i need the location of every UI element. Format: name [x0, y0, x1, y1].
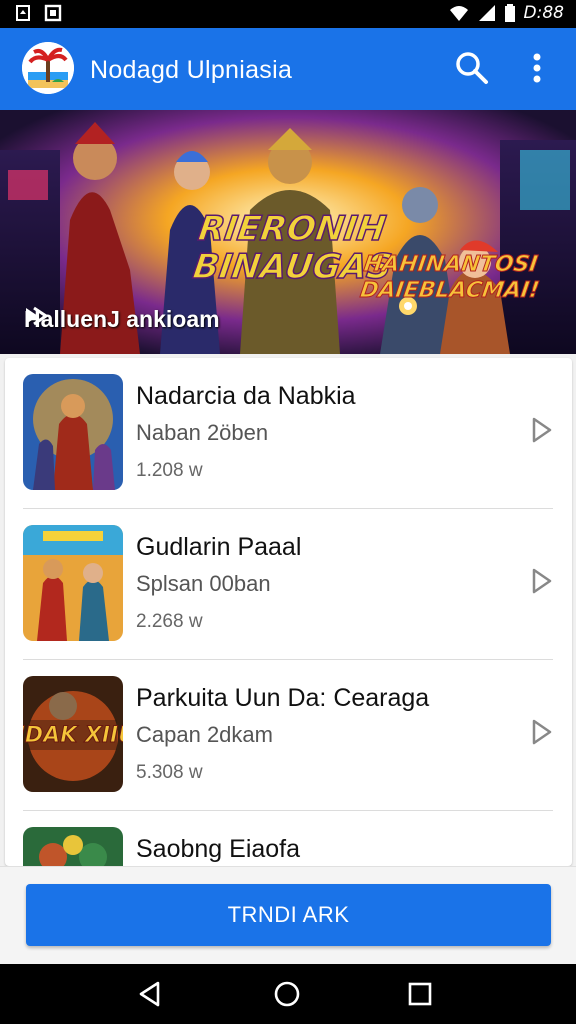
game-thumbnail: [23, 827, 123, 866]
item-count: 2.268 w: [136, 611, 203, 632]
item-subtitle: Splsan 00ban: [136, 571, 271, 596]
clock: D:88: [523, 3, 564, 23]
game-thumbnail: [23, 525, 123, 641]
game-thumbnail: [23, 374, 123, 490]
search-icon[interactable]: [454, 50, 490, 86]
bottom-action-area: TRNDI ARK: [0, 866, 576, 964]
chevron-right-icon[interactable]: [531, 416, 553, 444]
featured-banner[interactable]: RIERONIH BINAUGAS HAHINANTOSI DAIEBLACMA…: [0, 110, 576, 354]
signal-icon: [478, 5, 495, 21]
banner-headline: RIERONIH BINAUGAS: [190, 208, 395, 288]
item-subtitle: Capan 2dkam: [136, 722, 273, 747]
app-title: Nodagd Ulpniasia: [90, 56, 293, 84]
game-list: Nadarcia da Nabkia Naban 2öben 1.208 w G…: [5, 358, 572, 866]
item-count: 5.308 w: [136, 762, 203, 783]
battery-icon: [504, 4, 515, 22]
item-name: Nadarcia da Nabkia: [136, 382, 356, 410]
thumbnail-title: AIIDAK XIIUN: [23, 723, 123, 748]
notification-icon: [16, 5, 30, 21]
status-bar: D:88: [0, 0, 576, 28]
system-nav-bar: [0, 964, 576, 1024]
primary-action-button[interactable]: TRNDI ARK: [26, 884, 551, 946]
app-bar: Nodagd Ulpniasia: [0, 28, 576, 110]
list-item[interactable]: Nadarcia da Nabkia Naban 2öben 1.208 w: [5, 358, 572, 508]
chevron-right-icon[interactable]: [531, 567, 553, 595]
list-item[interactable]: AIIDAK XIIUN Parkuita Uun Da: Cearaga Ca…: [5, 660, 572, 810]
item-name: Saobng Eiaofa: [136, 835, 301, 863]
back-triangle-icon[interactable]: [136, 980, 164, 1008]
item-subtitle: Naban 2öben: [136, 420, 269, 445]
list-item[interactable]: Saobng Eiaofa: [5, 811, 572, 866]
banner-caption-text: HalluenJ ankioam: [24, 306, 220, 332]
list-item[interactable]: Gudlarin Paaal Splsan 00ban 2.268 w: [5, 509, 572, 659]
more-vert-icon[interactable]: [524, 50, 550, 86]
item-name: Parkuita Uun Da: Cearaga: [136, 684, 430, 712]
item-name: Gudlarin Paaal: [136, 533, 302, 561]
chevron-right-icon[interactable]: [531, 718, 553, 746]
banner-subheadline: HAHINANTOSI DAIEBLACMAI!: [358, 252, 541, 304]
wifi-icon: [449, 6, 468, 21]
home-circle-icon[interactable]: [273, 980, 301, 1008]
item-count: 1.208 w: [136, 460, 203, 481]
image-icon: [44, 4, 62, 22]
palm-beach-logo: [22, 42, 74, 94]
recents-square-icon[interactable]: [406, 980, 434, 1008]
banner-caption[interactable]: HalluenJ ankioam: [24, 306, 220, 333]
game-thumbnail: AIIDAK XIIUN: [23, 676, 123, 792]
play-arrow-icon: [26, 306, 48, 326]
